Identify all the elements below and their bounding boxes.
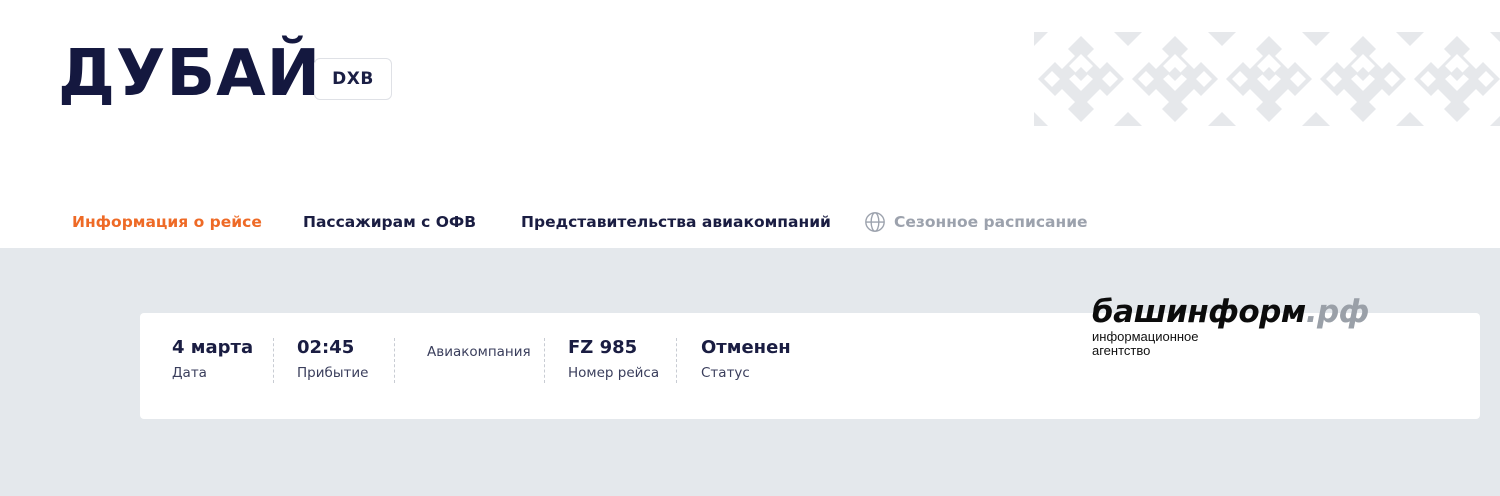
flight-number-label: Номер рейса — [568, 365, 660, 381]
page-header: ДУБАЙ DXB Информация о рейсе Пассажирам … — [0, 0, 1500, 248]
nav-tabs: Информация о рейсе Пассажирам с ОФВ Пред… — [0, 208, 1500, 236]
field-arrival: 02:45 Прибытие — [297, 335, 368, 383]
airline-label: Авиакомпания — [427, 344, 531, 360]
separator — [394, 338, 395, 383]
tab-seasonal-schedule[interactable]: Сезонное расписание — [864, 208, 1088, 236]
watermark-brand: башинформ — [1092, 294, 1306, 330]
date-value: 4 марта — [172, 337, 254, 358]
separator — [273, 338, 274, 383]
arrival-label: Прибытие — [297, 365, 369, 381]
tab-airline-offices[interactable]: Представительства авиакомпаний — [521, 208, 831, 236]
watermark-subtitle-line2: агентство — [1092, 343, 1151, 358]
date-label: Дата — [172, 365, 207, 381]
city-title: ДУБАЙ — [58, 37, 322, 111]
bashinform-watermark: башинформ.рф информационное агентство — [1092, 294, 1372, 364]
field-airline: Авиакомпания — [427, 335, 531, 362]
flight-number-value: FZ 985 — [568, 337, 638, 358]
status-label: Статус — [701, 365, 750, 381]
separator — [676, 338, 677, 383]
watermark-logo: башинформ.рф — [1092, 294, 1372, 330]
watermark-tld: .рф — [1305, 294, 1370, 330]
arrival-value: 02:45 — [297, 337, 355, 358]
watermark-subtitle-line1: информационное — [1092, 329, 1199, 344]
ornament-decoration — [1034, 32, 1500, 126]
tab-flight-info[interactable]: Информация о рейсе — [72, 208, 262, 236]
status-value: Отменен — [701, 337, 791, 358]
field-flight-number: FZ 985 Номер рейса — [568, 335, 659, 383]
tab-reduced-mobility[interactable]: Пассажирам с ОФВ — [303, 208, 476, 236]
tab-label: Информация о рейсе — [72, 213, 262, 231]
iata-code-badge: DXB — [314, 58, 392, 100]
separator — [544, 338, 545, 383]
field-status: Отменен Статус — [701, 335, 791, 383]
tab-label: Представительства авиакомпаний — [521, 213, 831, 231]
tab-label: Сезонное расписание — [894, 213, 1088, 231]
field-date: 4 марта Дата — [172, 335, 253, 383]
tab-label: Пассажирам с ОФВ — [303, 213, 477, 231]
globe-icon — [865, 212, 885, 232]
main-content: 4 марта Дата 02:45 Прибытие Авиакомпания… — [0, 248, 1500, 496]
